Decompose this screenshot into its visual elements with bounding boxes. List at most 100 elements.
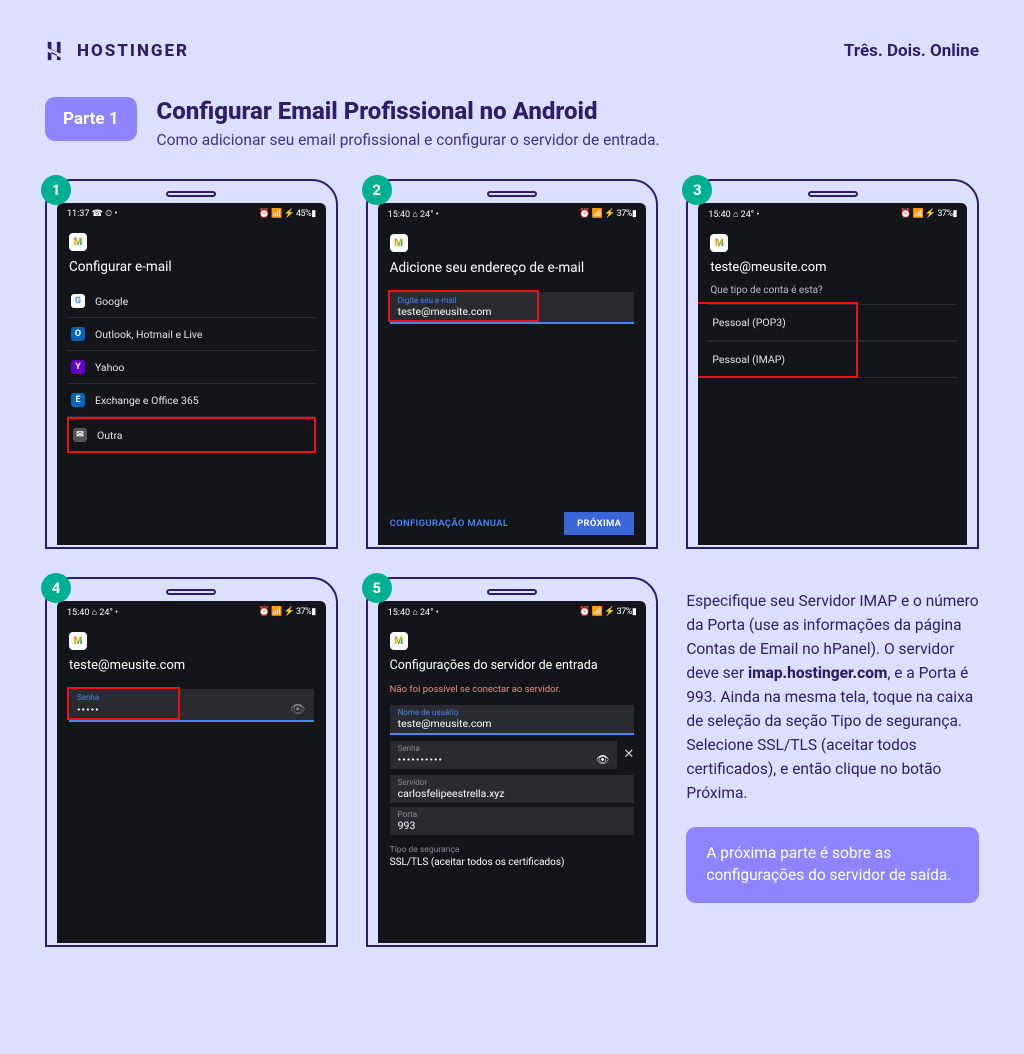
status-left-icons: ⌂ 24° • <box>92 608 118 618</box>
account-type-question: Que tipo de conta é esta? <box>698 285 967 304</box>
phone-speaker <box>166 191 216 197</box>
step-1: 1 11:37 ☎ ⏲ • ⏰ 📶 ⚡ 45%▮ M Configurar e-… <box>45 179 338 549</box>
steps-grid: 1 11:37 ☎ ⏲ • ⏰ 📶 ⚡ 45%▮ M Configurar e-… <box>45 179 979 947</box>
status-bar: 11:37 ☎ ⏲ • ⏰ 📶 ⚡ 45%▮ <box>57 203 326 223</box>
step-2: 2 15:40 ⌂ 24° • ⏰ 📶 ⚡ 37%▮ M Adicione se… <box>366 179 659 549</box>
step-badge: 5 <box>362 573 392 603</box>
next-button[interactable]: PRÓXIMA <box>564 512 634 535</box>
page-subtitle: Como adicionar seu email profissional e … <box>157 131 660 149</box>
email-input[interactable]: Digite seu e-mail teste@meusite.com <box>390 292 635 324</box>
phone-screen: 11:37 ☎ ⏲ • ⏰ 📶 ⚡ 45%▮ M Configurar e-ma… <box>57 203 326 545</box>
field-label: Digite seu e-mail <box>398 296 627 305</box>
status-bar: 15:40 ⌂ 24° • ⏰ 📶 ⚡ 37%▮ <box>57 601 326 622</box>
status-right-icons: ⏰ 📶 ⚡ 45%▮ <box>259 209 316 219</box>
page-title: Configurar Email Profissional no Android <box>157 97 660 125</box>
provider-google[interactable]: GGoogle <box>67 285 316 318</box>
status-right-icons: ⏰ 📶 ⚡ 37%▮ <box>259 607 316 618</box>
field-label: Servidor <box>398 778 627 787</box>
phone-screen: 15:40 ⌂ 24° • ⏰ 📶 ⚡ 37%▮ M teste@meusite… <box>57 601 326 943</box>
hostinger-logo-icon <box>45 40 67 62</box>
phone-screen: 15:40 ⌂ 24° • ⏰ 📶 ⚡ 37%▮ M Configurações… <box>378 601 647 943</box>
instructions-block: Especifique seu Servidor IMAP e o número… <box>686 577 979 947</box>
phone-screen: 15:40 ⌂ 24° • ⏰ 📶 ⚡ 37%▮ M Adicione seu … <box>378 203 647 545</box>
phone-speaker <box>808 191 858 197</box>
phone-frame: 11:37 ☎ ⏲ • ⏰ 📶 ⚡ 45%▮ M Configurar e-ma… <box>45 179 338 549</box>
gmail-icon: M <box>710 234 728 252</box>
instructions-text: Especifique seu Servidor IMAP e o número… <box>686 577 979 805</box>
screen-heading: teste@meusite.com <box>57 656 326 683</box>
status-left-icons: ⌂ 24° • <box>412 608 438 618</box>
gmail-icon: M <box>390 632 408 650</box>
status-right-icons: ⏰ 📶 ⚡ 37%▮ <box>900 209 957 220</box>
field-value: 993 <box>398 819 627 832</box>
title-row: Parte 1 Configurar Email Profissional no… <box>45 97 979 149</box>
security-type-value[interactable]: SSL/TLS (aceitar todos os certificados) <box>378 857 647 868</box>
screen-heading: Configurações do servidor de entrada <box>378 656 647 684</box>
account-type-imap[interactable]: Pessoal (IMAP) <box>708 341 957 378</box>
password-input[interactable]: Senha •••••••••• 👁 <box>390 741 618 769</box>
step-5: 5 15:40 ⌂ 24° • ⏰ 📶 ⚡ 37%▮ M Configuraçõ… <box>366 577 659 947</box>
email-provider-list: GGoogle OOutlook, Hotmail e Live YYahoo … <box>57 285 326 453</box>
field-value: ••••• <box>77 703 100 716</box>
screen-heading: Configurar e-mail <box>57 257 326 285</box>
account-type-list: Pessoal (POP3) Pessoal (IMAP) <box>698 304 967 378</box>
field-label: Senha <box>77 693 306 702</box>
field-value: •••••••••• <box>398 753 443 766</box>
screen-heading: teste@meusite.com <box>698 258 967 285</box>
field-value: teste@meusite.com <box>398 717 627 730</box>
field-label: Senha <box>398 744 610 753</box>
phone-frame: 15:40 ⌂ 24° • ⏰ 📶 ⚡ 37%▮ M teste@meusite… <box>686 179 979 549</box>
status-time: 11:37 <box>67 209 89 219</box>
brand-logo: HOSTINGER <box>45 40 189 62</box>
manual-config-link[interactable]: CONFIGURAÇÃO MANUAL <box>390 518 509 529</box>
step-badge: 1 <box>41 175 71 205</box>
status-bar: 15:40 ⌂ 24° • ⏰ 📶 ⚡ 37%▮ <box>378 203 647 224</box>
bottom-actions: CONFIGURAÇÃO MANUAL PRÓXIMA <box>378 512 647 535</box>
phone-frame: 15:40 ⌂ 24° • ⏰ 📶 ⚡ 37%▮ M Configurações… <box>366 577 659 947</box>
eye-icon[interactable]: 👁 <box>596 753 609 766</box>
field-value: teste@meusite.com <box>398 305 627 318</box>
status-bar: 15:40 ⌂ 24° • ⏰ 📶 ⚡ 37%▮ <box>378 601 647 622</box>
status-time: 15:40 <box>388 210 410 220</box>
gmail-icon: M <box>69 632 87 650</box>
status-right-icons: ⏰ 📶 ⚡ 37%▮ <box>579 607 636 618</box>
status-left-icons: ⌂ 24° • <box>733 210 759 220</box>
account-type-pop3[interactable]: Pessoal (POP3) <box>708 304 957 341</box>
server-input[interactable]: Servidor carlosfelipeestrella.xyz <box>390 775 635 803</box>
next-part-callout: A próxima parte é sobre as configurações… <box>686 827 979 902</box>
step-badge: 4 <box>41 573 71 603</box>
security-type-label: Tipo de segurança <box>378 837 647 857</box>
phone-screen: 15:40 ⌂ 24° • ⏰ 📶 ⚡ 37%▮ M teste@meusite… <box>698 203 967 545</box>
port-input[interactable]: Porta 993 <box>390 807 635 835</box>
password-input[interactable]: Senha ••••• 👁 <box>69 689 314 722</box>
step-4: 4 15:40 ⌂ 24° • ⏰ 📶 ⚡ 37%▮ M teste@meusi… <box>45 577 338 947</box>
brand-name: HOSTINGER <box>77 41 189 61</box>
provider-other[interactable]: ✉Outra <box>67 417 316 453</box>
title-block: Configurar Email Profissional no Android… <box>157 97 660 149</box>
infographic-page: HOSTINGER Três. Dois. Online Parte 1 Con… <box>0 0 1024 977</box>
brand-tagline: Três. Dois. Online <box>844 41 979 61</box>
eye-icon[interactable]: 👁 <box>290 702 305 716</box>
gmail-icon: M <box>390 234 408 252</box>
screen-heading: Adicione seu endereço de e-mail <box>378 258 647 286</box>
phone-frame: 15:40 ⌂ 24° • ⏰ 📶 ⚡ 37%▮ M teste@meusite… <box>45 577 338 947</box>
status-time: 15:40 <box>708 210 730 220</box>
error-message: Não foi possível se conectar ao servidor… <box>378 684 647 701</box>
status-left-icons: ⌂ 24° • <box>412 210 438 220</box>
username-input[interactable]: Nome de usuário teste@meusite.com <box>390 705 635 735</box>
provider-exchange[interactable]: EExchange e Office 365 <box>67 384 316 417</box>
provider-outlook[interactable]: OOutlook, Hotmail e Live <box>67 318 316 351</box>
clear-icon[interactable]: ✕ <box>623 747 634 762</box>
status-right-icons: ⏰ 📶 ⚡ 37%▮ <box>579 209 636 220</box>
step-3: 3 15:40 ⌂ 24° • ⏰ 📶 ⚡ 37%▮ M teste@meusi… <box>686 179 979 549</box>
gmail-icon: M <box>69 233 87 251</box>
phone-speaker <box>166 589 216 595</box>
phone-frame: 15:40 ⌂ 24° • ⏰ 📶 ⚡ 37%▮ M Adicione seu … <box>366 179 659 549</box>
status-time: 15:40 <box>67 608 89 618</box>
phone-speaker <box>487 191 537 197</box>
field-label: Porta <box>398 810 627 819</box>
field-label: Nome de usuário <box>398 708 627 717</box>
provider-yahoo[interactable]: YYahoo <box>67 351 316 384</box>
status-left-icons: ☎ ⏲ • <box>92 209 118 219</box>
header: HOSTINGER Três. Dois. Online <box>45 40 979 62</box>
